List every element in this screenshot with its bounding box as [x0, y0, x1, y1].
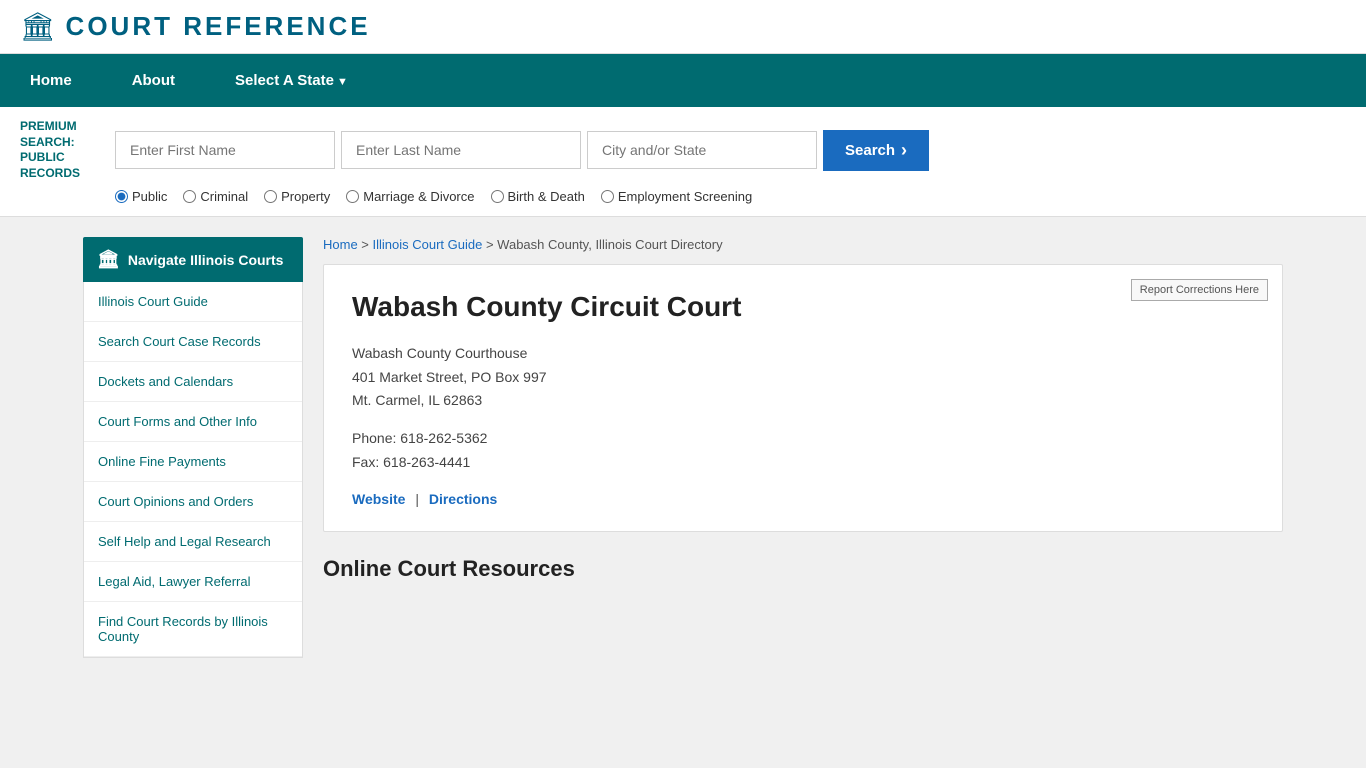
breadcrumb-current: Wabash County, Illinois Court Directory — [497, 237, 722, 252]
court-name: Wabash County Circuit Court — [352, 289, 1254, 325]
breadcrumb-home[interactable]: Home — [323, 237, 358, 252]
sidebar-header: 🏛 Navigate Illinois Courts — [83, 237, 303, 282]
city-input[interactable] — [587, 131, 817, 169]
radio-property[interactable]: Property — [264, 189, 330, 204]
address-line1: Wabash County Courthouse — [352, 342, 1254, 366]
nav-home[interactable]: Home — [0, 54, 102, 107]
sidebar-item-self-help[interactable]: Self Help and Legal Research — [84, 522, 302, 562]
court-card: Report Corrections Here Wabash County Ci… — [323, 264, 1283, 531]
site-title: COURT REFERENCE — [66, 11, 371, 42]
court-links: Website | Directions — [352, 491, 1254, 507]
sidebar-item-dockets-calendars[interactable]: Dockets and Calendars — [84, 362, 302, 402]
sidebar-item-find-court-records: Find Court Records by Illinois County — [84, 602, 302, 657]
radio-birth-death[interactable]: Birth & Death — [491, 189, 585, 204]
nav-select-state[interactable]: Select A State — [205, 54, 378, 107]
link-separator: | — [415, 491, 419, 507]
sidebar: 🏛 Navigate Illinois Courts Illinois Cour… — [83, 237, 303, 658]
breadcrumb-illinois-court-guide[interactable]: Illinois Court Guide — [373, 237, 483, 252]
sidebar-header-label: Navigate Illinois Courts — [128, 252, 284, 268]
main-nav: Home About Select A State — [0, 54, 1366, 107]
site-header: 🏛 COURT REFERENCE — [0, 0, 1366, 54]
sidebar-nav-icon: 🏛 — [97, 249, 120, 270]
radio-employment[interactable]: Employment Screening — [601, 189, 752, 204]
site-logo-icon: 🏛 — [20, 10, 56, 43]
online-resources-title: Online Court Resources — [323, 556, 1283, 582]
search-bar: PREMIUM SEARCH: PUBLIC RECORDS Search Pu… — [0, 107, 1366, 217]
sidebar-item-court-forms[interactable]: Court Forms and Other Info — [84, 402, 302, 442]
court-phone: Phone: 618-262-5362 — [352, 427, 1254, 451]
search-button[interactable]: Search — [823, 130, 929, 171]
radio-criminal[interactable]: Criminal — [183, 189, 248, 204]
radio-public[interactable]: Public — [115, 189, 167, 204]
main-content: 🏛 Navigate Illinois Courts Illinois Cour… — [63, 217, 1303, 678]
court-address: Wabash County Courthouse 401 Market Stre… — [352, 342, 1254, 413]
sidebar-menu: Illinois Court Guide Search Court Case R… — [83, 282, 303, 658]
nav-about[interactable]: About — [102, 54, 205, 107]
website-link[interactable]: Website — [352, 491, 405, 507]
directions-link[interactable]: Directions — [429, 491, 497, 507]
sidebar-item-illinois-court-guide[interactable]: Illinois Court Guide — [84, 282, 302, 322]
search-inputs: Search — [115, 130, 1346, 171]
sidebar-item-online-fine-payments[interactable]: Online Fine Payments — [84, 442, 302, 482]
sidebar-item-court-opinions[interactable]: Court Opinions and Orders — [84, 482, 302, 522]
last-name-input[interactable] — [341, 131, 581, 169]
sidebar-item-legal-aid[interactable]: Legal Aid, Lawyer Referral — [84, 562, 302, 602]
court-fax: Fax: 618-263-4441 — [352, 451, 1254, 475]
premium-label: PREMIUM SEARCH: PUBLIC RECORDS — [20, 119, 100, 181]
court-contact: Phone: 618-262-5362 Fax: 618-263-4441 — [352, 427, 1254, 475]
breadcrumb: Home > Illinois Court Guide > Wabash Cou… — [323, 237, 1283, 252]
sidebar-item-search-court-case-records[interactable]: Search Court Case Records — [84, 322, 302, 362]
search-radio-group: Public Criminal Property Marriage & Divo… — [115, 189, 1346, 204]
radio-marriage-divorce[interactable]: Marriage & Divorce — [346, 189, 474, 204]
address-line3: Mt. Carmel, IL 62863 — [352, 389, 1254, 413]
first-name-input[interactable] — [115, 131, 335, 169]
page-content: Home > Illinois Court Guide > Wabash Cou… — [323, 237, 1283, 658]
report-corrections-button[interactable]: Report Corrections Here — [1131, 279, 1268, 301]
address-line2: 401 Market Street, PO Box 997 — [352, 366, 1254, 390]
